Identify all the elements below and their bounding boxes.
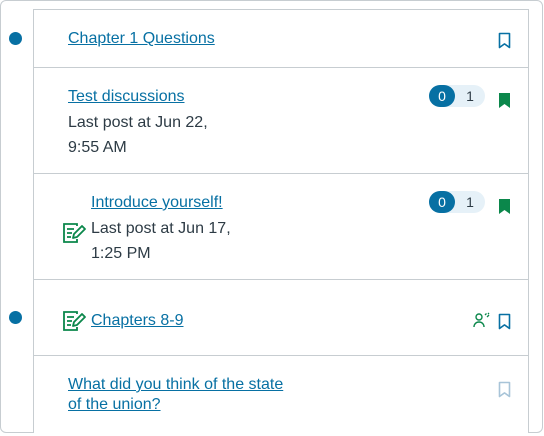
discussion-row: Introduce yourself! Last post at Jun 17,… — [34, 174, 528, 280]
assignment-edit-icon — [62, 310, 86, 337]
last-post-text: Last post at Jun 17, — [91, 220, 231, 237]
total-replies-count: 1 — [466, 194, 474, 210]
unread-dot — [9, 32, 22, 45]
discussion-title-link[interactable]: Test discussions — [68, 86, 185, 108]
bookmark-icon[interactable] — [498, 32, 511, 54]
discussion-title-link[interactable]: Chapter 1 Questions — [68, 28, 215, 50]
discussion-row: Test discussions Last post at Jun 22, 9:… — [34, 68, 528, 174]
discussion-title-link[interactable]: What did you think of the state — [68, 374, 283, 396]
discussion-row: Chapters 8-9 — [34, 280, 528, 356]
last-post-text: Last post at Jun 22, — [68, 114, 208, 131]
discussion-list: Chapter 1 Questions Test discussions Las… — [33, 9, 529, 433]
bookmark-icon[interactable] — [498, 381, 511, 403]
discussion-title-link[interactable]: Chapters 8-9 — [91, 310, 184, 332]
discussion-title-link[interactable]: Introduce yourself! — [91, 192, 223, 214]
bookmark-filled-icon[interactable] — [498, 92, 511, 114]
unread-replies-count: 0 — [429, 191, 455, 213]
discussion-row: What did you think of the state of the u… — [34, 356, 528, 436]
reply-count-badge: 0 1 — [429, 191, 485, 213]
discussion-title-link-cont[interactable]: of the union? — [68, 394, 161, 416]
unread-replies-count: 0 — [429, 85, 455, 107]
unread-dot — [9, 311, 22, 324]
assignment-edit-icon — [62, 222, 86, 249]
bookmark-filled-icon[interactable] — [498, 198, 511, 220]
reply-count-badge: 0 1 — [429, 85, 485, 107]
bookmark-icon[interactable] — [498, 313, 511, 335]
discussion-row: Chapter 1 Questions — [34, 10, 528, 68]
last-post-time: 1:25 PM — [91, 245, 151, 262]
total-replies-count: 1 — [466, 88, 474, 104]
group-users-icon — [473, 312, 491, 333]
last-post-time: 9:55 AM — [68, 139, 127, 156]
